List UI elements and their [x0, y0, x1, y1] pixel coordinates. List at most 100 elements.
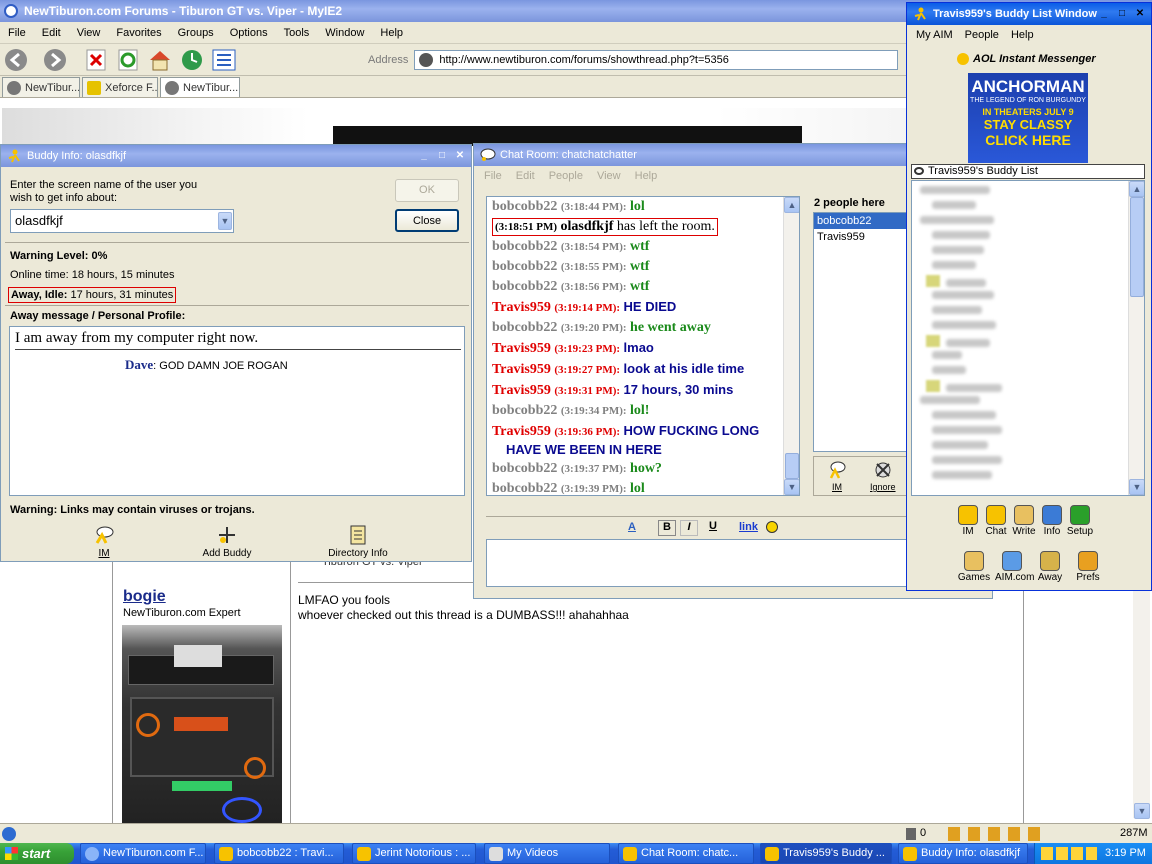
- scroll-thumb[interactable]: [1130, 197, 1144, 297]
- chevron-down-icon[interactable]: ▼: [218, 212, 232, 230]
- menu-help[interactable]: Help: [1005, 29, 1040, 41]
- add-buddy-action[interactable]: Add Buddy: [197, 525, 257, 559]
- chat-sender[interactable]: bobcobb22: [492, 239, 557, 254]
- chat-sender[interactable]: bobcobb22: [492, 199, 557, 214]
- buddy-info-title-bar[interactable]: Buddy Info: olasdfkjf: [1, 145, 471, 167]
- chat-sender[interactable]: Travis959: [492, 424, 551, 439]
- buddy-entry[interactable]: [932, 365, 966, 374]
- buddy-entry[interactable]: [932, 425, 1002, 434]
- scroll-up-button[interactable]: ▲: [1129, 181, 1144, 197]
- maximize-button[interactable]: □: [1115, 7, 1129, 21]
- scroll-up-button[interactable]: ▲: [784, 197, 799, 213]
- buddy-toolbar-aimcom-button[interactable]: AIM.com: [995, 549, 1034, 583]
- task-jerint[interactable]: Jerint Notorious : ...: [352, 843, 476, 864]
- chat-sender[interactable]: bobcobb22: [492, 481, 557, 495]
- buddy-entry[interactable]: [932, 455, 1002, 464]
- buddy-entry[interactable]: [932, 440, 988, 449]
- chat-sender[interactable]: Travis959: [492, 383, 551, 398]
- menu-groups[interactable]: Groups: [170, 27, 222, 39]
- buddy-entry[interactable]: [932, 200, 976, 209]
- person-travis959[interactable]: Travis959: [814, 229, 908, 245]
- chat-menu-edit[interactable]: Edit: [509, 170, 542, 182]
- person-bobcobb22[interactable]: bobcobb22: [814, 213, 908, 229]
- tray-icons[interactable]: [1041, 847, 1097, 860]
- buddy-entry[interactable]: [926, 335, 992, 347]
- buddy-entry[interactable]: [932, 470, 992, 479]
- buddy-toolbar-prefs-button[interactable]: Prefs: [1071, 549, 1105, 583]
- chat-menu-people[interactable]: People: [542, 170, 590, 182]
- screen-name-combo[interactable]: olasdfkjf ▼: [10, 209, 234, 233]
- buddy-toolbar-games-button[interactable]: Games: [957, 549, 991, 583]
- close-button[interactable]: ✕: [1133, 7, 1147, 21]
- buddy-entry[interactable]: [926, 275, 988, 287]
- chat-menu-view[interactable]: View: [590, 170, 628, 182]
- menu-help[interactable]: Help: [372, 27, 411, 39]
- task-chat-room[interactable]: Chat Room: chatc...: [618, 843, 754, 864]
- tab-newtiburon-1[interactable]: NewTibur...: [2, 77, 80, 97]
- chat-sender[interactable]: bobcobb22: [492, 259, 557, 274]
- page-scroll-down[interactable]: ▼: [1134, 803, 1150, 819]
- menu-edit[interactable]: Edit: [34, 27, 69, 39]
- underline-icon[interactable]: U: [704, 520, 722, 536]
- buddy-entry[interactable]: [932, 305, 982, 314]
- chat-scrollbar[interactable]: ▲ ▼: [783, 197, 799, 495]
- scroll-down-button[interactable]: ▼: [1129, 479, 1144, 495]
- menu-view[interactable]: View: [69, 27, 109, 39]
- address-bar[interactable]: http://www.newtiburon.com/forums/showthr…: [414, 49, 899, 70]
- task-buddy-list[interactable]: Travis959's Buddy ...: [760, 843, 892, 864]
- menu-my-aim[interactable]: My AIM: [907, 29, 959, 41]
- menu-options[interactable]: Options: [222, 27, 276, 39]
- buddy-entry[interactable]: [932, 290, 994, 299]
- forward-button[interactable]: [42, 47, 68, 73]
- buddy-entry[interactable]: [920, 215, 994, 224]
- menu-file[interactable]: File: [0, 27, 34, 39]
- bold-icon[interactable]: B: [658, 520, 676, 536]
- task-buddy-info[interactable]: Buddy Info: olasdfkjf: [898, 843, 1028, 864]
- minimize-button[interactable]: _: [1097, 7, 1111, 21]
- buddy-entry[interactable]: [932, 230, 990, 239]
- chat-sender[interactable]: Travis959: [492, 362, 551, 377]
- minimize-button[interactable]: _: [417, 149, 431, 163]
- close-dialog-button[interactable]: Close: [395, 209, 459, 232]
- start-button[interactable]: start: [0, 843, 74, 864]
- chat-sender[interactable]: bobcobb22: [492, 320, 557, 335]
- chat-im-button[interactable]: IM: [828, 461, 846, 492]
- buddy-toolbar-away-button[interactable]: Away: [1033, 549, 1067, 583]
- smiley-icon[interactable]: [766, 521, 778, 533]
- scroll-down-button[interactable]: ▼: [784, 479, 799, 495]
- close-button[interactable]: ✕: [453, 149, 467, 163]
- tab-newtiburon-2[interactable]: NewTibur...: [160, 77, 240, 97]
- menu-people[interactable]: People: [959, 29, 1005, 41]
- chat-sender[interactable]: Travis959: [492, 300, 551, 315]
- chat-sender[interactable]: bobcobb22: [492, 279, 557, 294]
- menu-favorites[interactable]: Favorites: [108, 27, 169, 39]
- chat-sender[interactable]: bobcobb22: [492, 403, 557, 418]
- buddy-entry[interactable]: [932, 350, 962, 359]
- chat-menu-help[interactable]: Help: [628, 170, 665, 182]
- back-button[interactable]: [3, 47, 29, 73]
- chat-sender[interactable]: olasdfkjf: [561, 219, 614, 234]
- buddy-toolbar-setup-button[interactable]: Setup: [1063, 503, 1097, 537]
- chat-sender[interactable]: bobcobb22: [492, 461, 557, 476]
- chat-menu-file[interactable]: File: [474, 170, 509, 182]
- italic-icon[interactable]: I: [680, 520, 698, 536]
- buddy-entry[interactable]: [932, 320, 996, 329]
- buddy-list-scrollbar[interactable]: ▲ ▼: [1128, 181, 1144, 495]
- ok-button[interactable]: OK: [395, 179, 459, 202]
- home-button[interactable]: [147, 47, 173, 73]
- insert-link-button[interactable]: link: [739, 521, 758, 533]
- chat-sender[interactable]: Travis959: [492, 341, 551, 356]
- buddy-entry[interactable]: [920, 395, 980, 404]
- maximize-button[interactable]: □: [435, 149, 449, 163]
- font-color-icon[interactable]: A: [628, 521, 636, 533]
- anchorman-ad-banner[interactable]: ANCHORMAN THE LEGEND OF RON BURGUNDY IN …: [968, 73, 1088, 163]
- buddy-entry[interactable]: [932, 245, 984, 254]
- favorites-panel-button[interactable]: [211, 47, 237, 73]
- scroll-thumb[interactable]: [785, 453, 799, 479]
- im-action[interactable]: IM: [89, 525, 119, 559]
- stop-button[interactable]: [83, 47, 109, 73]
- status-tool-icons[interactable]: [948, 827, 1044, 841]
- page-scrollbar[interactable]: [1133, 590, 1150, 818]
- post-username[interactable]: bogie: [123, 588, 166, 606]
- ignore-button[interactable]: Ignore: [870, 461, 896, 492]
